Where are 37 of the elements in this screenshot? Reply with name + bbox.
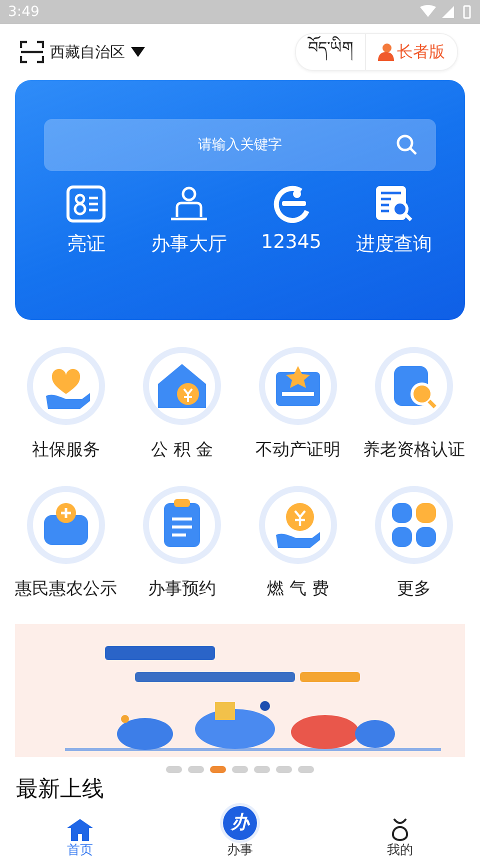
service-item[interactable]: 惠民惠农公示 [8, 485, 124, 600]
four-petals-icon [374, 485, 454, 565]
service-item[interactable]: 养老资格认证 [356, 346, 472, 461]
scan-icon[interactable] [20, 40, 44, 64]
house-yuan-icon [142, 346, 222, 426]
nav-tab[interactable]: 首页 [0, 806, 160, 860]
service-item[interactable]: 燃 气 费 [240, 485, 356, 600]
service-item[interactable]: 公 积 金 [124, 346, 240, 461]
id-card-icon [66, 185, 106, 223]
person-at-desk-icon [168, 185, 209, 223]
coin-hand-icon [258, 485, 338, 565]
nav-tab[interactable]: 办 办事 [160, 806, 320, 860]
search-icon[interactable] [396, 134, 418, 156]
status-time: 3:49 [8, 4, 40, 20]
tibetan-language-button[interactable]: བོད་ཡིག [296, 34, 365, 70]
elder-person-icon [378, 43, 394, 61]
service-item[interactable]: 办事预约 [124, 485, 240, 600]
status-icons [420, 5, 472, 19]
service-item[interactable]: 更多 [356, 485, 472, 600]
home-icon [66, 818, 94, 842]
hotline-logo-icon [271, 185, 312, 223]
clipboard-icon [142, 485, 222, 565]
quick-action[interactable]: 亮证 [35, 185, 138, 257]
heart-hand-icon [26, 346, 106, 426]
camera-search-icon [374, 346, 454, 426]
section-title: 最新上线 [16, 777, 105, 803]
region-selector[interactable]: 西藏自治区 [50, 42, 125, 62]
document-search-icon [374, 185, 414, 223]
service-badge-icon: 办 [223, 806, 257, 840]
quick-action[interactable]: 12345 [240, 185, 342, 257]
nav-tab[interactable]: 我的 [320, 806, 480, 860]
quick-action[interactable]: 进度查询 [342, 185, 445, 257]
quick-action[interactable]: 办事大厅 [138, 185, 240, 257]
dropdown-caret-icon[interactable] [131, 47, 145, 57]
service-item[interactable]: 不动产证明 [240, 346, 356, 461]
service-item[interactable]: 社保服务 [8, 346, 124, 461]
plus-box-icon [26, 485, 106, 565]
